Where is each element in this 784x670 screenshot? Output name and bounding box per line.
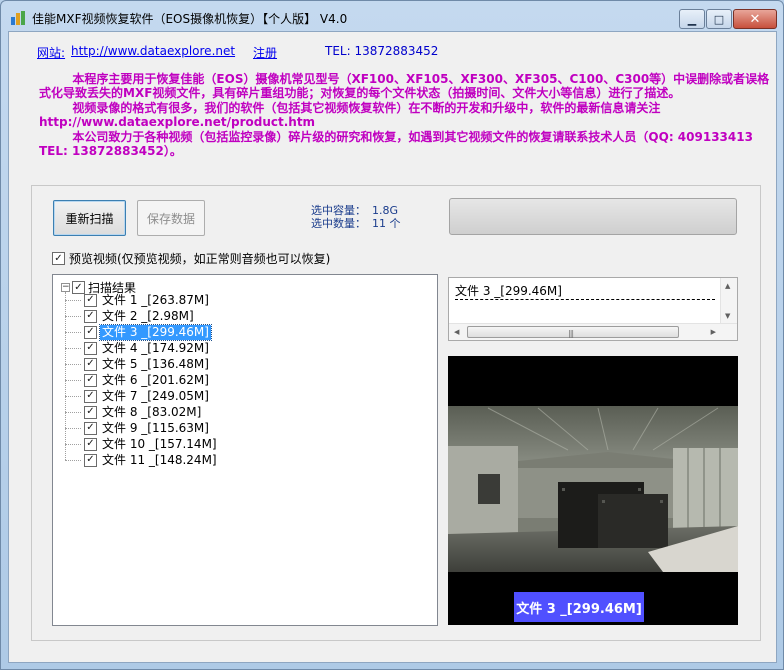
tree-item-label: 文件 6 _[201.62M] [102, 372, 209, 387]
telephone-label: TEL: 13872883452 [325, 44, 439, 58]
preview-checkbox-label: 预览视频(仅预览视频，如正常则音频也可以恢复) [69, 252, 331, 266]
tree-item-label: 文件 2 _[2.98M] [102, 308, 194, 323]
scan-panel: 重新扫描 保存数据 选中容量： 1.8G 选中数量： 11 个 ✓ 预览视频(仅预览… [31, 185, 761, 641]
count-label: 选中数量： [311, 217, 366, 230]
tree-item-label: 文件 7 _[249.05M] [102, 388, 209, 403]
tree-item[interactable]: ✓ 文件 8 _[83.02M] [65, 404, 203, 420]
capacity-label: 选中容量： [311, 204, 366, 217]
selection-stats: 选中容量： 1.8G 选中数量： 11 个 [311, 204, 401, 230]
vertical-scrollbar[interactable]: ▲ ▼ [720, 278, 737, 324]
tree-item[interactable]: ✓ 文件 5 _[136.48M] [65, 356, 211, 372]
tree-item-label: 文件 4 _[174.92M] [102, 340, 209, 355]
website-link[interactable]: http://www.dataexplore.net [71, 44, 235, 58]
tree-item-label: 文件 1 _[263.87M] [102, 292, 209, 307]
info-divider [455, 299, 715, 300]
scrollbar-thumb[interactable]: ||| [467, 326, 679, 338]
tree-item[interactable]: ✓ 文件 2 _[2.98M] [65, 308, 196, 324]
capacity-value: 1.8G [372, 204, 399, 217]
top-links: 网站: http://www.dataexplore.net 注册 TEL: 1… [37, 44, 737, 62]
maximize-button[interactable]: □ [706, 9, 732, 29]
checkbox-checked-icon[interactable]: ✓ [84, 421, 97, 435]
checkbox-checked-icon[interactable]: ✓ [52, 252, 65, 265]
checkbox-checked-icon[interactable]: ✓ [84, 293, 97, 307]
collapse-icon[interactable]: − [61, 283, 70, 292]
tree-item-label: 文件 8 _[83.02M] [102, 404, 202, 419]
register-link[interactable]: 注册 [253, 44, 277, 61]
title-bar[interactable]: 佳能MXF视频恢复软件（EOS摄像机恢复）【个人版】 V4.0 ▁ □ ✕ [1, 1, 783, 31]
video-frame-image [448, 356, 738, 625]
description-paragraph-1: 本程序主要用于恢复佳能（EOS）摄像机常见型号（XF100、XF105、XF30… [39, 72, 770, 101]
checkbox-checked-icon[interactable]: ✓ [84, 325, 97, 339]
progress-bar [449, 198, 737, 235]
main-client-area: 网站: http://www.dataexplore.net 注册 TEL: 1… [8, 31, 777, 663]
minimize-button[interactable]: ▁ [679, 9, 705, 29]
count-value: 11 个 [372, 217, 401, 230]
site-label[interactable]: 网站: [37, 44, 65, 61]
description-text: 本程序主要用于恢复佳能（EOS）摄像机常见型号（XF100、XF105、XF30… [39, 72, 771, 158]
checkbox-checked-icon[interactable]: ✓ [84, 357, 97, 371]
scroll-up-icon[interactable]: ▲ [725, 282, 730, 290]
file-info-box[interactable]: 文件 3 _[299.46M] ▲ ▼ ◀ ||| ▶ [448, 277, 738, 341]
checkbox-checked-icon[interactable]: ✓ [84, 341, 97, 355]
tree-item-label: 文件 3 _[299.46M] [99, 323, 212, 341]
close-button[interactable]: ✕ [733, 9, 777, 29]
tree-item-selected[interactable]: ✓ 文件 3 _[299.46M] [65, 323, 212, 341]
tree-item[interactable]: ✓ 文件 1 _[263.87M] [65, 292, 211, 308]
file-info-text: 文件 3 _[299.46M] [455, 284, 562, 298]
video-caption: 文件 3 _[299.46M] [514, 592, 644, 622]
checkbox-checked-icon[interactable]: ✓ [84, 389, 97, 403]
checkbox-checked-icon[interactable]: ✓ [84, 309, 97, 323]
tree-item[interactable]: ✓ 文件 9 _[115.63M] [65, 420, 211, 436]
video-preview: 文件 3 _[299.46M] [448, 356, 738, 625]
scroll-left-icon[interactable]: ◀ [454, 328, 459, 336]
app-window: 佳能MXF视频恢复软件（EOS摄像机恢复）【个人版】 V4.0 ▁ □ ✕ 网站… [0, 0, 784, 670]
tree-item[interactable]: ✓ 文件 11 _[148.24M] [65, 452, 219, 468]
checkbox-checked-icon[interactable]: ✓ [84, 405, 97, 419]
tree-item-label: 文件 9 _[115.63M] [102, 420, 209, 435]
scroll-down-icon[interactable]: ▼ [725, 312, 730, 320]
scroll-right-icon[interactable]: ▶ [711, 328, 716, 336]
rescan-button[interactable]: 重新扫描 [53, 200, 126, 236]
description-paragraph-3: 本公司致力于各种视频（包括监控录像）碎片级的研究和恢复，如遇到其它视频文件的恢复… [39, 129, 762, 159]
tree-item-label: 文件 10 _[157.14M] [102, 436, 217, 451]
window-title: 佳能MXF视频恢复软件（EOS摄像机恢复）【个人版】 V4.0 [32, 12, 348, 26]
tree-item-label: 文件 11 _[148.24M] [102, 452, 217, 467]
preview-video-checkbox[interactable]: ✓ 预览视频(仅预览视频，如正常则音频也可以恢复) [52, 250, 330, 267]
checkbox-checked-icon[interactable]: ✓ [84, 453, 97, 467]
tree-item-label: 文件 5 _[136.48M] [102, 356, 209, 371]
horizontal-scrollbar[interactable]: ◀ ||| ▶ [449, 323, 737, 340]
tree-item[interactable]: ✓ 文件 10 _[157.14M] [65, 436, 219, 452]
tree-item[interactable]: ✓ 文件 6 _[201.62M] [65, 372, 211, 388]
checkbox-checked-icon[interactable]: ✓ [84, 437, 97, 451]
tree-item[interactable]: ✓ 文件 4 _[174.92M] [65, 340, 211, 356]
scan-results-tree[interactable]: − ✓ 扫描结果 ✓ 文件 1 _[263.87M] ✓ 文件 2 _[2.98M]… [52, 274, 438, 626]
tree-item[interactable]: ✓ 文件 7 _[249.05M] [65, 388, 211, 404]
checkbox-checked-icon[interactable]: ✓ [84, 373, 97, 387]
save-data-button[interactable]: 保存数据 [137, 200, 205, 236]
description-paragraph-2: 视频录像的格式有很多，我们的软件（包括其它视频恢复软件）在不断的开发和升级中，软… [39, 100, 661, 130]
app-icon [11, 11, 25, 25]
